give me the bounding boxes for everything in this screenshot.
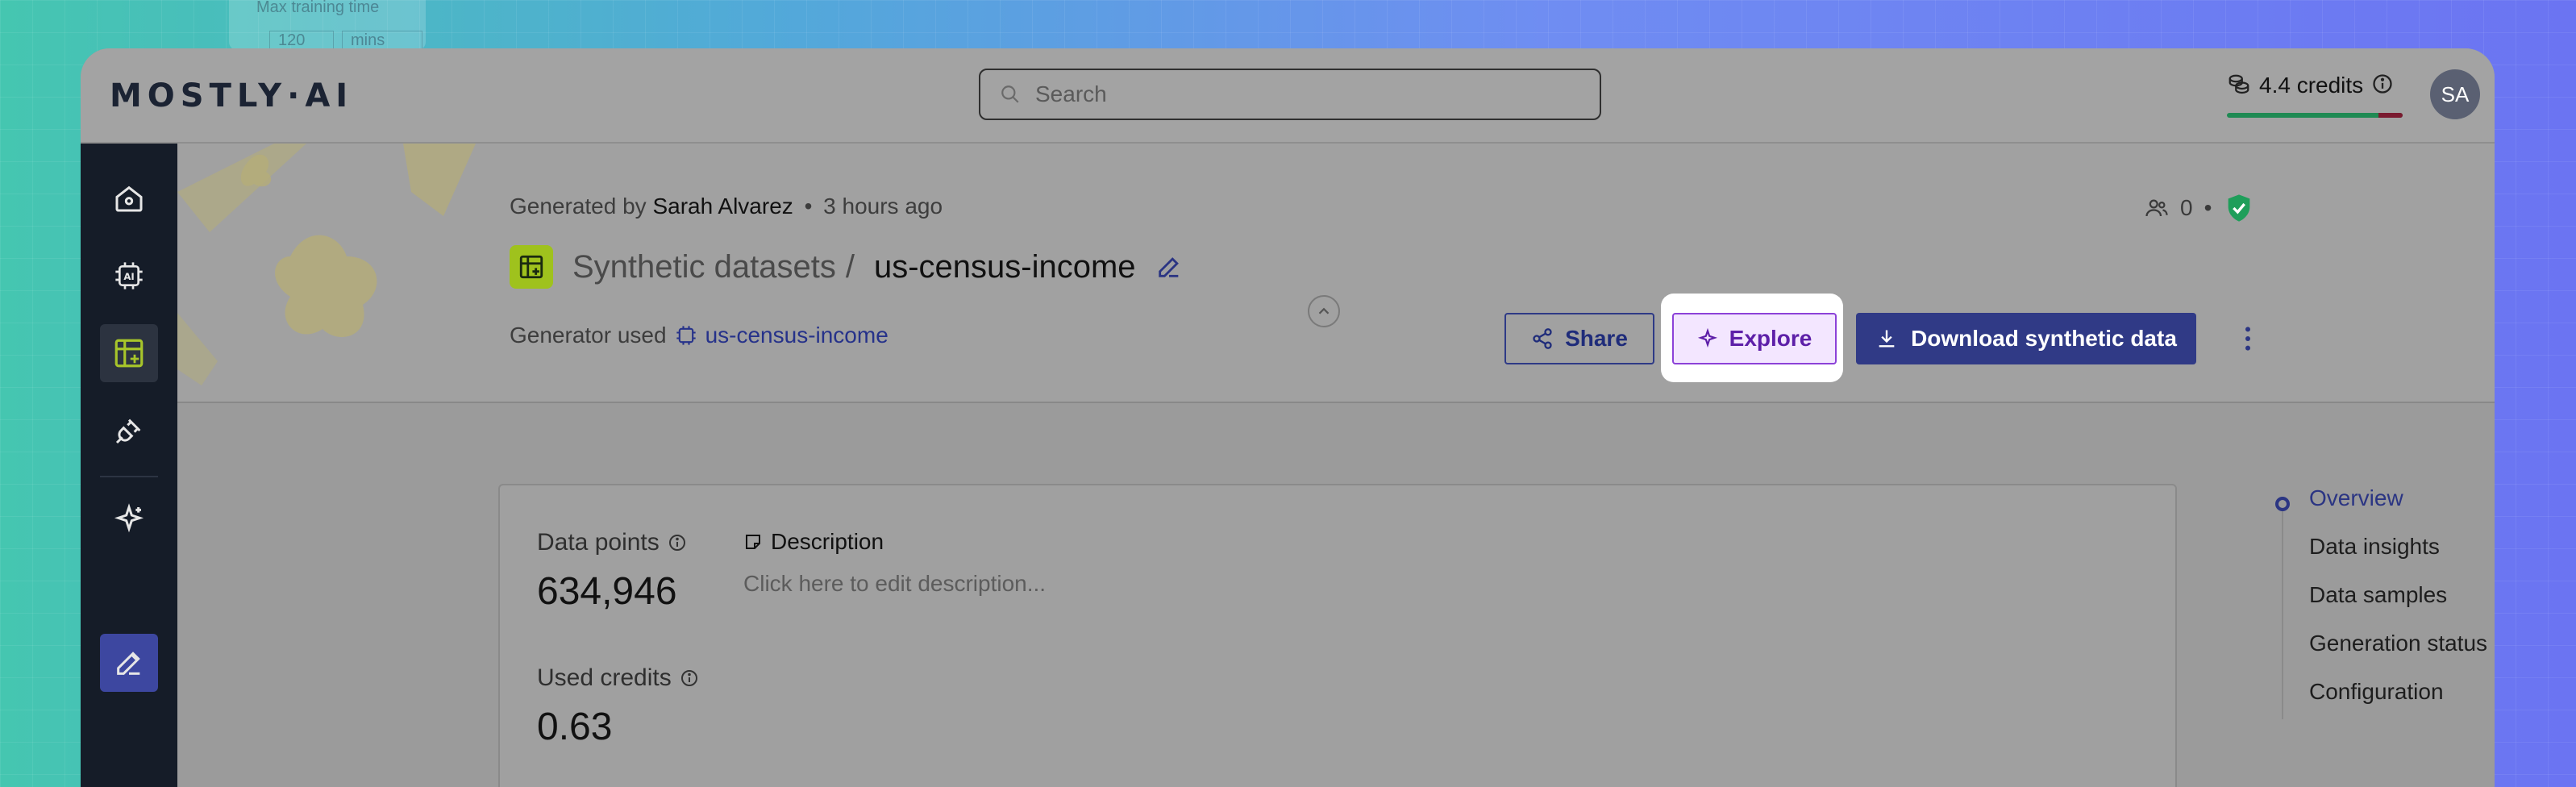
sidebar-item-edit[interactable] [100, 634, 158, 692]
download-synthetic-data-button[interactable]: Download synthetic data [1856, 313, 2196, 364]
toc-item-overview[interactable]: Overview [2309, 485, 2403, 511]
coins-icon [2229, 74, 2249, 94]
credits-indicator[interactable]: 4.4 credits [2227, 73, 2404, 121]
generated-by-prefix: Generated by [510, 194, 647, 219]
logo[interactable]: MOSTLY·AI [110, 77, 353, 115]
share-label: Share [1565, 326, 1628, 351]
credits-progress-bar [2227, 113, 2403, 118]
shared-count: 0 [2180, 195, 2193, 220]
chevron-up-icon [1318, 307, 1330, 314]
breadcrumb-parent[interactable]: Synthetic datasets [572, 249, 836, 285]
description-title-text: Description [771, 529, 884, 554]
toc-item-generation-status[interactable]: Generation status [2309, 631, 2487, 656]
breadcrumb-separator: / [845, 248, 855, 285]
plug-icon [115, 418, 141, 444]
generator-used: Generator used us-census-income [510, 323, 888, 348]
background-card-title: Max training time [256, 0, 380, 16]
table-sparkle-icon [114, 339, 144, 368]
explore-label: Explore [1729, 326, 1812, 351]
data-points-value: 634,946 [537, 570, 677, 613]
sparkle-icon [1697, 328, 1717, 348]
sidebar-item-home[interactable] [100, 169, 158, 227]
toc-item-data-insights[interactable]: Data insights [2309, 534, 2440, 560]
info-icon[interactable] [2371, 73, 2394, 95]
explore-button[interactable]: Explore [1672, 313, 1837, 364]
toc-active-indicator [2275, 497, 2290, 511]
sidebar: AI [81, 144, 177, 787]
credits-label: 4.4 credits [2259, 73, 2364, 98]
sidebar-item-connectors[interactable] [100, 402, 158, 460]
users-icon[interactable] [2145, 196, 2169, 220]
svg-text:AI: AI [123, 271, 134, 282]
share-button[interactable]: Share [1504, 313, 1654, 364]
home-icon [115, 185, 143, 212]
description-title: Description [743, 529, 884, 555]
collapse-header-button[interactable] [1308, 295, 1340, 327]
sharing-status: 0 • [2145, 192, 2255, 224]
dataset-icon [510, 245, 553, 289]
ai-chip-icon [676, 326, 696, 345]
shield-check-icon[interactable] [2223, 192, 2255, 224]
search-icon [1001, 85, 1019, 103]
time-ago: 3 hours ago [823, 194, 943, 219]
background-card: Max training time 120 mins [229, 0, 426, 55]
top-bar: MOSTLY·AI Search 4.4 credits SA [81, 48, 2495, 144]
main-content: Data points 634,946 Used credits 0.63 De… [177, 403, 2495, 787]
description-editor[interactable]: Click here to edit description... [743, 571, 1046, 597]
meta-bullet: • [804, 194, 813, 219]
app-window: MOSTLY·AI Search 4.4 credits SA AI Gener… [81, 48, 2495, 787]
generated-by: Generated by Sarah Alvarez • 3 hours ago [510, 194, 943, 219]
data-points-label: Data points [537, 529, 687, 556]
table-icon [519, 255, 543, 279]
sidebar-item-generators[interactable]: AI [100, 247, 158, 305]
download-icon [1879, 330, 1895, 348]
generator-used-label: Generator used [510, 323, 667, 348]
sidebar-item-assistant[interactable] [100, 490, 158, 548]
generator-link[interactable]: us-census-income [705, 323, 888, 348]
used-credits-label: Used credits [537, 664, 699, 692]
search-placeholder: Search [1035, 81, 1107, 106]
more-options-icon[interactable] [2232, 323, 2264, 355]
page-title: us-census-income [873, 248, 1136, 285]
share-icon [1533, 328, 1552, 349]
info-icon[interactable] [680, 668, 699, 688]
edit-name-icon[interactable] [1155, 253, 1183, 281]
used-credits-label-text: Used credits [537, 664, 672, 691]
used-credits-value: 0.63 [537, 706, 613, 748]
data-points-label-text: Data points [537, 529, 660, 556]
note-icon [746, 535, 760, 549]
sidebar-divider [100, 476, 158, 477]
download-label: Download synthetic data [1911, 326, 2177, 351]
decorative-blobs [177, 144, 476, 385]
info-icon[interactable] [668, 533, 687, 552]
meta-bullet: • [2204, 195, 2212, 220]
toc-item-configuration[interactable]: Configuration [2309, 679, 2444, 705]
pencil-icon [117, 652, 140, 675]
toc-line [2282, 510, 2283, 719]
toc-item-data-samples[interactable]: Data samples [2309, 582, 2447, 608]
sparkle-icon [114, 503, 144, 533]
ai-chip-icon: AI [115, 262, 143, 289]
overview-card: Data points 634,946 Used credits 0.63 De… [498, 484, 2177, 787]
sidebar-item-synthetic-datasets[interactable] [100, 324, 158, 382]
generated-by-name: Sarah Alvarez [652, 194, 793, 219]
search-input[interactable]: Search [979, 69, 1601, 120]
title-row: Synthetic datasets / us-census-income [510, 245, 1183, 289]
dataset-header: Generated by Sarah Alvarez • 3 hours ago… [177, 144, 2495, 403]
avatar[interactable]: SA [2430, 69, 2480, 119]
